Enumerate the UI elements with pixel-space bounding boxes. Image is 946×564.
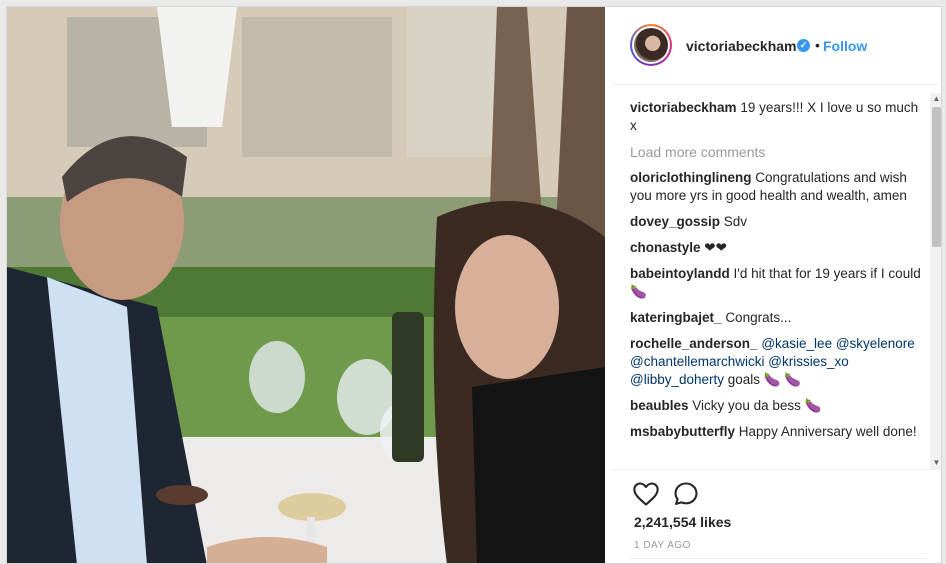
load-more-comments-link[interactable]: Load more comments	[630, 143, 926, 161]
comment-item: babeintoylandd I'd hit that for 19 years…	[630, 265, 926, 301]
comment-username[interactable]: chonastyle	[630, 240, 701, 255]
comment-item: rochelle_anderson_ @kasie_lee @skyelenor…	[630, 335, 926, 389]
comment-item: kateringbajet_ Congrats...	[630, 309, 926, 327]
avatar-image	[634, 28, 668, 62]
caption-username[interactable]: victoriabeckham	[630, 100, 737, 115]
username-link[interactable]: victoriabeckham	[686, 38, 797, 54]
comment-icon[interactable]	[672, 480, 700, 508]
scrollbar-thumb[interactable]	[932, 107, 941, 247]
separator-dot: •	[815, 37, 820, 53]
likes-count[interactable]: 2,241,554 likes	[634, 514, 731, 530]
comment-text: Sdv	[723, 214, 748, 229]
comment-text: ❤❤	[704, 240, 727, 255]
comment-item: oloriclothinglineng Congratulations and …	[630, 169, 926, 205]
comment-username[interactable]: babeintoylandd	[630, 266, 730, 281]
comment-text: Vicky you da bess 🍆	[692, 398, 822, 413]
post-sidebar: victoriabeckham ✓ • Follow victoriabeckh…	[612, 7, 941, 563]
comment-text: Happy Anniversary well done!	[738, 424, 917, 439]
caption: victoriabeckham 19 years!!! X I love u s…	[630, 99, 926, 135]
comments-scrollbar[interactable]: ▲ ▼	[930, 93, 941, 469]
comment-username[interactable]: kateringbajet_	[630, 310, 722, 325]
heart-icon[interactable]	[632, 480, 660, 508]
comment-text: goals 🍆 🍆	[727, 372, 802, 387]
verified-badge-icon: ✓	[797, 39, 810, 52]
comment-text: Congrats...	[725, 310, 792, 325]
post-actions: 2,241,554 likes 1 DAY AGO	[612, 469, 941, 559]
comment-item: dovey_gossip Sdv	[630, 213, 926, 231]
avatar[interactable]	[630, 24, 672, 66]
follow-button[interactable]: Follow	[823, 38, 867, 54]
comment-item: beaubles Vicky you da bess 🍆	[630, 397, 926, 415]
comment-username[interactable]: oloriclothinglineng	[630, 170, 752, 185]
comment-username[interactable]: beaubles	[630, 398, 689, 413]
comment-username[interactable]: dovey_gossip	[630, 214, 720, 229]
post-photo[interactable]	[7, 7, 605, 563]
post-card: victoriabeckham ✓ • Follow victoriabeckh…	[6, 6, 942, 564]
photo-illustration	[7, 7, 605, 563]
comment-item: msbabybutterfly Happy Anniversary well d…	[630, 423, 926, 441]
divider	[630, 558, 926, 559]
scroll-down-arrow-icon[interactable]: ▼	[930, 457, 941, 469]
comment-username[interactable]: msbabybutterfly	[630, 424, 735, 439]
post-timestamp: 1 DAY AGO	[634, 540, 691, 551]
comment-username[interactable]: rochelle_anderson_	[630, 336, 758, 351]
post-header: victoriabeckham ✓ • Follow	[612, 7, 941, 85]
comments-list: victoriabeckham 19 years!!! X I love u s…	[630, 99, 926, 467]
comment-item: chonastyle ❤❤	[630, 239, 926, 257]
scroll-up-arrow-icon[interactable]: ▲	[930, 93, 941, 105]
